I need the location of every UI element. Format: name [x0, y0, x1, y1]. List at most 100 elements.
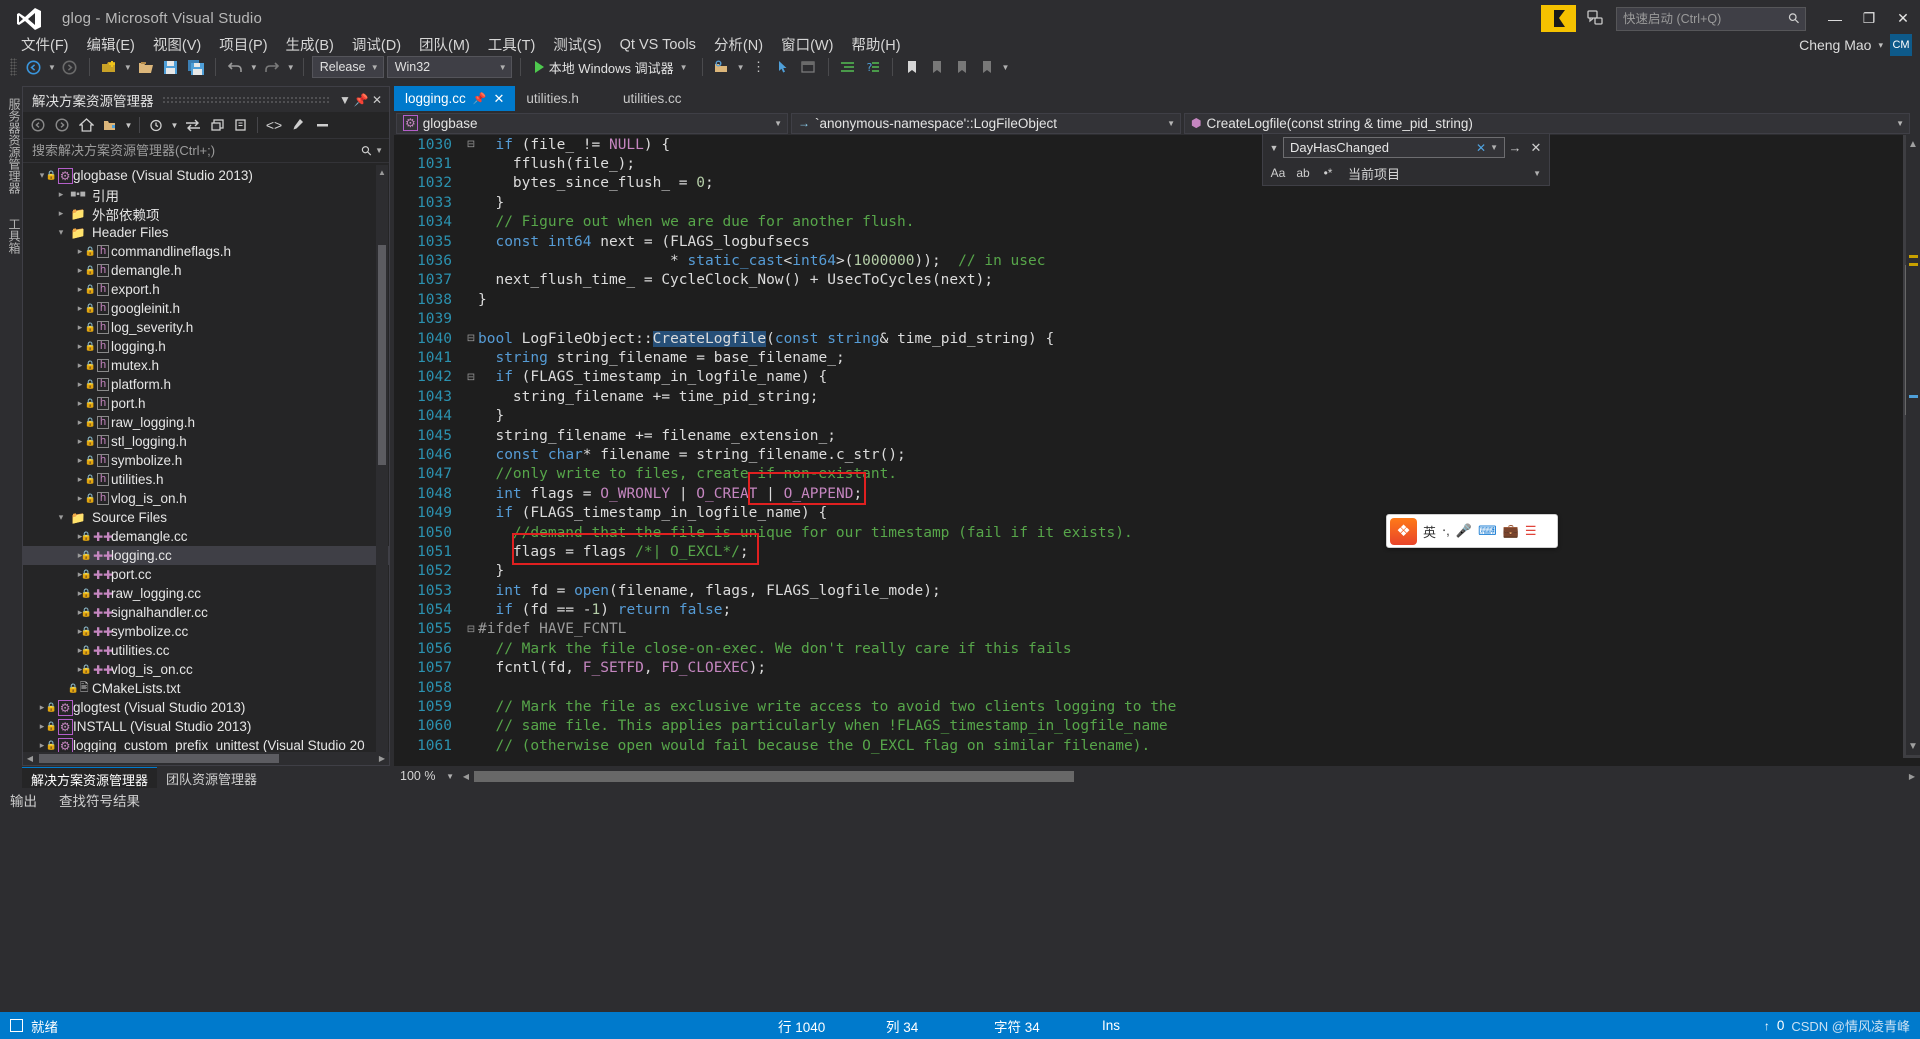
scroll-right-icon[interactable]: ▶: [375, 754, 389, 763]
undo-dropdown-icon[interactable]: ▼: [250, 63, 258, 72]
code-line[interactable]: 1037 next_flush_time_ = CycleClock_Now()…: [394, 271, 1920, 290]
expander-icon[interactable]: ▾: [54, 512, 68, 523]
show-all-files-icon[interactable]: <>: [263, 115, 285, 136]
outlining-glyph-icon[interactable]: ⊟: [464, 333, 478, 344]
tree-item[interactable]: ▸ 🔒 h stl_logging.h: [23, 432, 389, 451]
editor-tab-utilities-cc[interactable]: utilities.cc: [611, 86, 693, 111]
find-input[interactable]: [1290, 140, 1473, 155]
outlining-glyph-icon[interactable]: ⊟: [464, 372, 478, 383]
sogou-ime-logo-icon[interactable]: ❖: [1390, 517, 1417, 545]
chevron-down-icon[interactable]: ▼: [1533, 169, 1541, 178]
scroll-down-icon[interactable]: ▼: [1906, 737, 1920, 755]
panel-find-symbol-results[interactable]: 查找符号结果: [59, 790, 140, 810]
pointer-icon[interactable]: [773, 56, 795, 78]
tree-item[interactable]: ▾ 🔒 ⚙ glogbase (Visual Studio 2013): [23, 166, 389, 185]
tree-item[interactable]: ▸ 🔒 h platform.h: [23, 375, 389, 394]
preview-selected-items-icon[interactable]: [311, 115, 333, 136]
chevron-down-icon[interactable]: ▼: [499, 63, 507, 72]
new-project-dropdown-icon[interactable]: ▼: [124, 63, 132, 72]
tab-solution-explorer[interactable]: 解决方案资源管理器: [22, 767, 158, 788]
code-line[interactable]: 1035 const int64 next = (FLAGS_logbufsec…: [394, 232, 1920, 251]
scroll-right-icon[interactable]: ▶: [1904, 772, 1920, 781]
minimize-icon[interactable]: —: [1818, 4, 1852, 34]
editor-tab-utilities-h[interactable]: utilities.h: [515, 86, 590, 111]
hscrollbar-thumb[interactable]: [39, 754, 279, 763]
tree-item[interactable]: ▸ 🔒 h logging.h: [23, 337, 389, 356]
code-line[interactable]: 1038}: [394, 290, 1920, 309]
platform-combo[interactable]: Win32 ▼: [386, 56, 512, 78]
code-line[interactable]: 1052 }: [394, 562, 1920, 581]
scroll-up-icon[interactable]: ▲: [1906, 135, 1920, 153]
quick-launch-input[interactable]: [1623, 11, 1789, 26]
match-whole-word-icon[interactable]: ab: [1292, 163, 1314, 183]
navbar-scope-combo[interactable]: → `anonymous-namespace'::LogFileObject ▼: [791, 112, 1181, 134]
solution-tree[interactable]: ▾ 🔒 ⚙ glogbase (Visual Studio 2013) ▸ ■▪■ 引用 ▸ 📁…: [23, 163, 389, 765]
code-line[interactable]: 1030 ⊟ if (file_ != NULL) {: [394, 135, 1920, 154]
find-next-icon[interactable]: →: [1505, 140, 1525, 155]
code-line[interactable]: 1032 bytes_since_flush_ = 0;: [394, 174, 1920, 193]
next-bookmark-icon[interactable]: [951, 56, 973, 78]
start-debug-button[interactable]: 本地 Windows 调试器 ▼: [529, 56, 694, 78]
pending-changes-icon[interactable]: [145, 115, 167, 136]
chevron-down-icon[interactable]: ▼: [375, 146, 383, 155]
toolbar-overflow-icon[interactable]: ▼: [1002, 63, 1010, 72]
tree-item[interactable]: ▸ 🔒 ✚✚ vlog_is_on.cc: [23, 660, 389, 679]
ime-menu-icon[interactable]: ☰: [1525, 523, 1537, 539]
forward-icon[interactable]: [51, 115, 73, 136]
chevron-down-icon[interactable]: ▼: [774, 119, 782, 128]
tree-item[interactable]: ▸ 🔒 ✚✚ port.cc: [23, 565, 389, 584]
tree-item[interactable]: ▸ 🔒 ✚✚ demangle.cc: [23, 527, 389, 546]
window-icon[interactable]: [798, 56, 820, 78]
code-line[interactable]: 1055 ⊟ #ifdef HAVE_FCNTL: [394, 620, 1920, 639]
code-line[interactable]: 1043 string_filename += time_pid_string;: [394, 387, 1920, 406]
configuration-combo[interactable]: Release ▼: [311, 56, 384, 78]
panel-output[interactable]: 输出: [10, 790, 37, 810]
scroll-left-icon[interactable]: ◀: [23, 754, 37, 763]
code-line[interactable]: 1044 }: [394, 406, 1920, 425]
tree-item[interactable]: ▸ 🔒 h raw_logging.h: [23, 413, 389, 432]
scrollbar-thumb[interactable]: [378, 245, 386, 465]
code-line[interactable]: 1062 // locks are released on unlock or …: [394, 756, 1920, 758]
attach-dropdown-icon[interactable]: ▼: [737, 63, 745, 72]
outlining-glyph-icon[interactable]: ⊟: [464, 139, 478, 150]
code-line[interactable]: 1045 string_filename += filename_extensi…: [394, 426, 1920, 445]
microphone-icon[interactable]: 🎤: [1456, 523, 1472, 539]
tree-item[interactable]: ▾ 📁 Source Files: [23, 508, 389, 527]
tree-item[interactable]: ▸ 🔒 h demangle.h: [23, 261, 389, 280]
code-line[interactable]: 1056 // Mark the file close-on-exec. We …: [394, 639, 1920, 658]
hscroll-track[interactable]: [474, 768, 1904, 784]
save-icon[interactable]: [160, 56, 182, 78]
chevron-down-icon[interactable]: ▼: [371, 63, 379, 72]
tree-item[interactable]: ▸ 🔒 ⚙ glogtest (Visual Studio 2013): [23, 698, 389, 717]
code-line[interactable]: 1047 //only write to files, create if no…: [394, 465, 1920, 484]
chevron-down-icon[interactable]: ▼: [123, 115, 134, 136]
soft-keyboard-icon[interactable]: ⌨: [1478, 523, 1497, 539]
navigate-back-icon[interactable]: [22, 56, 44, 78]
code-line[interactable]: 1050 //demand that the file is unique fo…: [394, 523, 1920, 542]
chevron-down-icon[interactable]: ▼: [680, 63, 688, 72]
tree-item[interactable]: ▸ 🔒 h commandlineflags.h: [23, 242, 389, 261]
solution-tree-scrollbar[interactable]: ▲ ▼: [376, 165, 388, 765]
save-all-icon[interactable]: [185, 56, 207, 78]
toolbox-icon[interactable]: 💼: [1503, 523, 1519, 539]
solution-explorer-search[interactable]: ⚲ ▼: [23, 139, 389, 163]
code-line[interactable]: 1039: [394, 310, 1920, 329]
pin-icon[interactable]: 📌: [353, 93, 369, 107]
chevron-down-icon[interactable]: ▾: [1878, 40, 1883, 51]
code-text-area[interactable]: 1030 ⊟ if (file_ != NULL) {1031 fflush(fi…: [394, 135, 1920, 758]
punctuation-icon[interactable]: ‧,: [1442, 523, 1450, 539]
use-regex-icon[interactable]: •*: [1317, 163, 1339, 183]
chevron-down-icon[interactable]: ▼: [1265, 143, 1283, 153]
code-line[interactable]: 1060 // same file. This applies particul…: [394, 717, 1920, 736]
chevron-down-icon[interactable]: ▼: [1490, 143, 1501, 152]
new-project-icon[interactable]: [98, 56, 120, 78]
redo-icon[interactable]: [261, 56, 283, 78]
tree-item[interactable]: ▸ 🔒 ✚✚ utilities.cc: [23, 641, 389, 660]
tree-item[interactable]: ▸ 🔒 ⚙ INSTALL (Visual Studio 2013): [23, 717, 389, 736]
redo-dropdown-icon[interactable]: ▼: [287, 63, 295, 72]
chevron-down-icon[interactable]: ▼: [1896, 119, 1904, 128]
bookmark-icon[interactable]: [901, 56, 923, 78]
tree-item[interactable]: ▸ 🔒 h vlog_is_on.h: [23, 489, 389, 508]
sync-with-active-document-icon[interactable]: [182, 115, 204, 136]
expander-icon[interactable]: ▾: [54, 227, 68, 238]
